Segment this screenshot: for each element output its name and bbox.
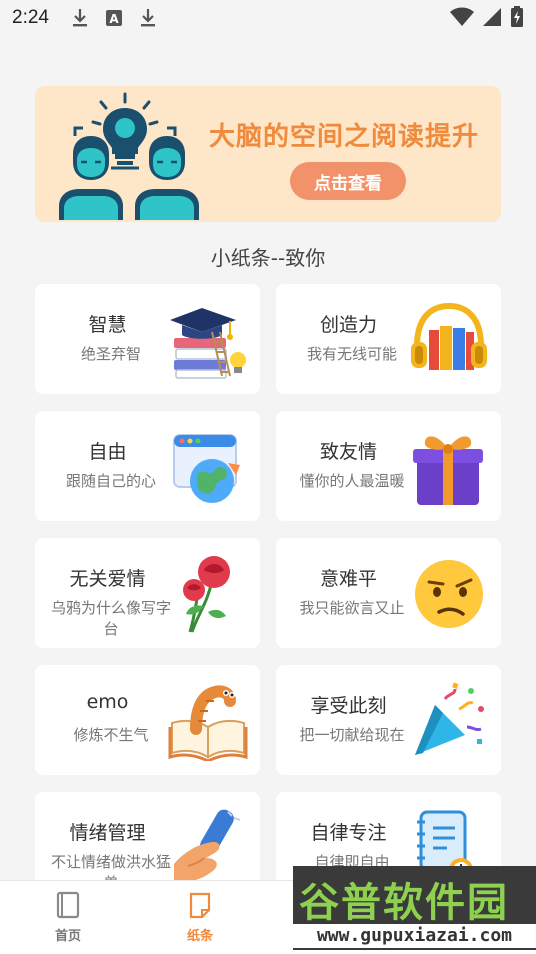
tab-home-label: 首页 <box>54 929 81 944</box>
people-lightbulb-illustration <box>51 90 201 220</box>
gift-box-icon <box>409 425 489 507</box>
watermark-url: www.gupuxiazai.com <box>293 924 536 948</box>
worm-book-icon <box>168 679 248 763</box>
card-title: 创造力 <box>319 314 377 336</box>
card-subtitle: 绝圣弃智 <box>80 345 141 363</box>
card-moment[interactable]: 享受此刻 把一切献给现在 <box>276 665 501 775</box>
status-time: 2:24 <box>12 7 49 28</box>
section-title: 小纸条--致你 <box>210 246 326 270</box>
card-friendship[interactable]: 致友情 懂你的人最温暖 <box>276 411 501 521</box>
signal-icon <box>482 7 502 31</box>
card-freedom[interactable]: 自由 跟随自己的心 <box>35 411 260 521</box>
card-subtitle: 修炼不生气 <box>73 726 149 744</box>
card-title: 意难平 <box>319 568 377 590</box>
reading-banner[interactable]: 大脑的空间之阅读提升 点击查看 <box>35 86 501 222</box>
tab-notes-label: 纸条 <box>186 929 213 944</box>
watermark: 谷普软件园 www.gupuxiazai.com <box>293 866 536 950</box>
download-icon <box>137 7 159 29</box>
card-title: 无关爱情 <box>69 568 146 590</box>
card-title: 自律专注 <box>310 822 387 844</box>
rose-icon <box>168 552 248 634</box>
party-popper-icon <box>409 679 489 761</box>
banner-title: 大脑的空间之阅读提升 <box>209 122 480 152</box>
card-emo[interactable]: emo 修炼不生气 <box>35 665 260 775</box>
card-love[interactable]: 无关爱情 乌鸦为什么像写字台 <box>35 538 260 648</box>
battery-icon <box>510 6 524 32</box>
card-title: 享受此刻 <box>310 695 387 717</box>
headphones-books-icon <box>409 298 489 380</box>
card-title: 自由 <box>88 441 127 463</box>
card-subtitle: 懂你的人最温暖 <box>299 472 405 490</box>
tab-notes[interactable]: 纸条 <box>160 891 240 944</box>
svg-text:A: A <box>109 12 119 26</box>
watermark-title: 谷普软件园 <box>299 880 509 926</box>
card-title: emo <box>86 691 129 713</box>
wifi-icon <box>450 7 474 31</box>
card-title: 智慧 <box>88 314 127 336</box>
card-subtitle: 跟随自己的心 <box>65 472 156 490</box>
card-subtitle: 乌鸦为什么像写字台 <box>50 599 171 638</box>
card-title: 情绪管理 <box>69 822 146 844</box>
status-bar: 2:24 A <box>0 0 536 36</box>
book-icon <box>55 891 81 923</box>
graduation-books-icon <box>168 298 248 380</box>
card-creativity[interactable]: 创造力 我有无线可能 <box>276 284 501 394</box>
card-wisdom[interactable]: 智慧 绝圣弃智 <box>35 284 260 394</box>
tab-home[interactable]: 首页 <box>28 891 108 944</box>
card-subtitle: 我只能欲言又止 <box>299 599 405 617</box>
card-title: 致友情 <box>319 441 377 463</box>
note-icon <box>187 891 213 923</box>
view-button[interactable]: 点击查看 <box>290 162 406 200</box>
card-subtitle: 把一切献给现在 <box>299 726 405 744</box>
globe-browser-icon <box>168 425 248 507</box>
download-icon <box>69 7 91 29</box>
a-badge-icon: A <box>103 7 125 29</box>
hand-scroll-icon <box>168 806 248 888</box>
card-subtitle: 我有无线可能 <box>306 345 397 363</box>
confused-emoji-icon <box>409 552 489 634</box>
card-regret[interactable]: 意难平 我只能欲言又止 <box>276 538 501 648</box>
